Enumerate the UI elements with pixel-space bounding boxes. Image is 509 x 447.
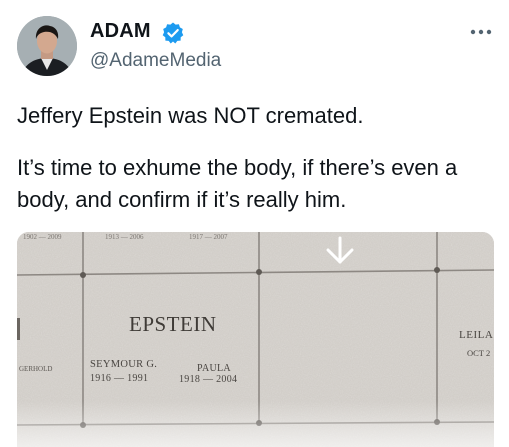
tweet: ADAM @AdameMedia Jeffery Epstein was NOT…: [0, 0, 509, 447]
more-button[interactable]: [466, 22, 496, 42]
engraved-years: 1918 — 2004: [179, 374, 238, 385]
verified-badge-icon: [161, 21, 185, 45]
engraved-years: 1913 — 2006: [105, 233, 144, 241]
more-horizontal-icon: [470, 29, 492, 35]
post-text-paragraph: It’s time to exhume the body, if there’s…: [17, 155, 458, 212]
post-text-paragraph: Jeffery Epstein was NOT cremated.: [17, 103, 364, 128]
engraved-years: 1917 — 2007: [189, 233, 228, 241]
handle[interactable]: @AdameMedia: [90, 50, 221, 72]
display-name[interactable]: ADAM: [90, 20, 151, 43]
engraved-name: LEILA: [459, 329, 494, 341]
image-fade: [17, 401, 494, 447]
engraved-years: 1902 — 2009: [23, 233, 62, 241]
engraved-date: OCT 2: [467, 348, 491, 358]
engraved-name: PAULA: [197, 363, 231, 374]
engraved-name: GERHOLD: [19, 365, 53, 373]
engraved-surname: EPSTEIN: [129, 312, 217, 336]
engraved-years: 1916 — 1991: [90, 373, 149, 384]
avatar[interactable]: [17, 16, 77, 76]
attached-photo[interactable]: 1902 — 2009 1913 — 2006 1917 — 2007 EPST…: [17, 232, 494, 447]
engraved-name: SEYMOUR G.: [90, 359, 158, 370]
